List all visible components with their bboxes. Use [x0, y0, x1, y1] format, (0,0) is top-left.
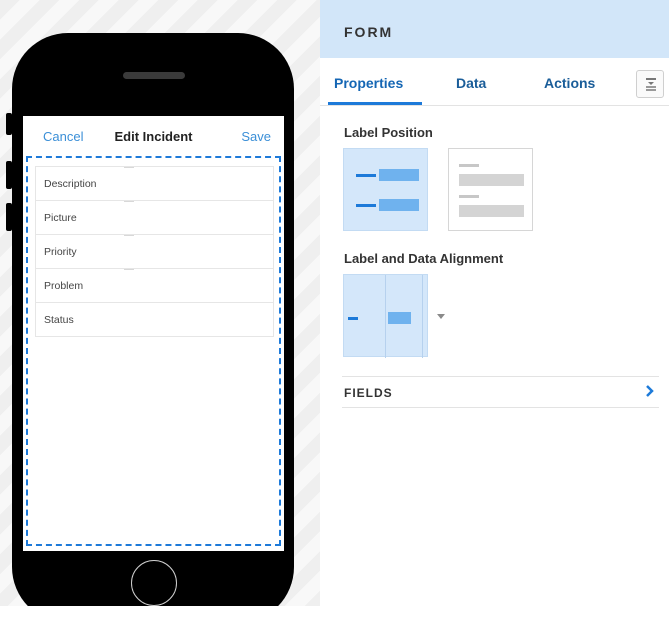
field-label: Priority	[44, 246, 77, 258]
phone-nav-bar: Cancel Edit Incident Save	[23, 116, 284, 156]
label-bar	[356, 204, 376, 207]
properties-panel: FORM Properties Data Actions Label Posit…	[320, 0, 669, 618]
field-divider	[124, 235, 134, 236]
phone-side-button	[6, 203, 12, 231]
label-position-title: Label Position	[344, 125, 433, 140]
phone-side-button	[6, 161, 12, 189]
data-bar	[379, 199, 419, 211]
form-field-priority[interactable]: Priority	[36, 235, 273, 269]
alignment-title: Label and Data Alignment	[344, 251, 504, 266]
field-divider	[124, 269, 134, 270]
field-label: Picture	[44, 212, 77, 224]
alignment-divider	[385, 275, 386, 358]
alignment-option[interactable]	[343, 274, 428, 358]
form-field-problem[interactable]: Problem	[36, 269, 273, 303]
label-bar	[459, 195, 479, 198]
label-position-top-option[interactable]	[448, 148, 533, 231]
data-bar	[459, 205, 524, 217]
phone-screen: Cancel Edit Incident Save Description Pi…	[23, 116, 284, 551]
phone-speaker	[123, 72, 185, 79]
field-label: Status	[44, 314, 74, 326]
label-bar	[356, 174, 376, 177]
field-divider	[124, 167, 134, 168]
chevron-right-icon[interactable]	[645, 384, 655, 398]
alignment-divider	[422, 275, 423, 358]
form-field-description[interactable]: Description	[36, 167, 273, 201]
form-drop-area[interactable]: Description Picture Priority Problem Sta…	[26, 156, 281, 546]
active-tab-indicator	[328, 102, 422, 105]
form-field-picture[interactable]: Picture	[36, 201, 273, 235]
field-label: Description	[44, 178, 97, 190]
field-divider	[124, 201, 134, 202]
form-field-status[interactable]: Status	[36, 303, 273, 337]
field-label: Problem	[44, 280, 84, 292]
designer-canvas: Cancel Edit Incident Save Description Pi…	[0, 0, 320, 618]
canvas-bottom-strip	[0, 606, 320, 618]
tab-properties[interactable]: Properties	[334, 75, 403, 91]
label-position-left-option[interactable]	[343, 148, 428, 231]
save-button[interactable]: Save	[241, 129, 271, 144]
data-bar	[379, 169, 419, 181]
panel-tabs: Properties Data Actions	[320, 58, 669, 106]
data-bar	[388, 312, 411, 324]
panel-title: FORM	[344, 24, 394, 40]
fields-title: FIELDS	[344, 386, 393, 400]
label-bar	[348, 317, 358, 320]
dropdown-caret-icon[interactable]	[437, 314, 445, 319]
tab-menu-icon	[646, 78, 656, 91]
fields-section[interactable]: FIELDS	[342, 376, 659, 408]
panel-header: FORM	[320, 0, 669, 58]
tab-data[interactable]: Data	[456, 75, 486, 91]
label-bar	[459, 164, 479, 167]
tab-actions[interactable]: Actions	[544, 75, 595, 91]
phone-home-button	[131, 560, 177, 606]
data-bar	[459, 174, 524, 186]
phone-side-button	[6, 113, 12, 135]
tab-menu-button[interactable]	[636, 70, 664, 98]
form-fields-list: Description Picture Priority Problem Sta…	[35, 166, 274, 337]
